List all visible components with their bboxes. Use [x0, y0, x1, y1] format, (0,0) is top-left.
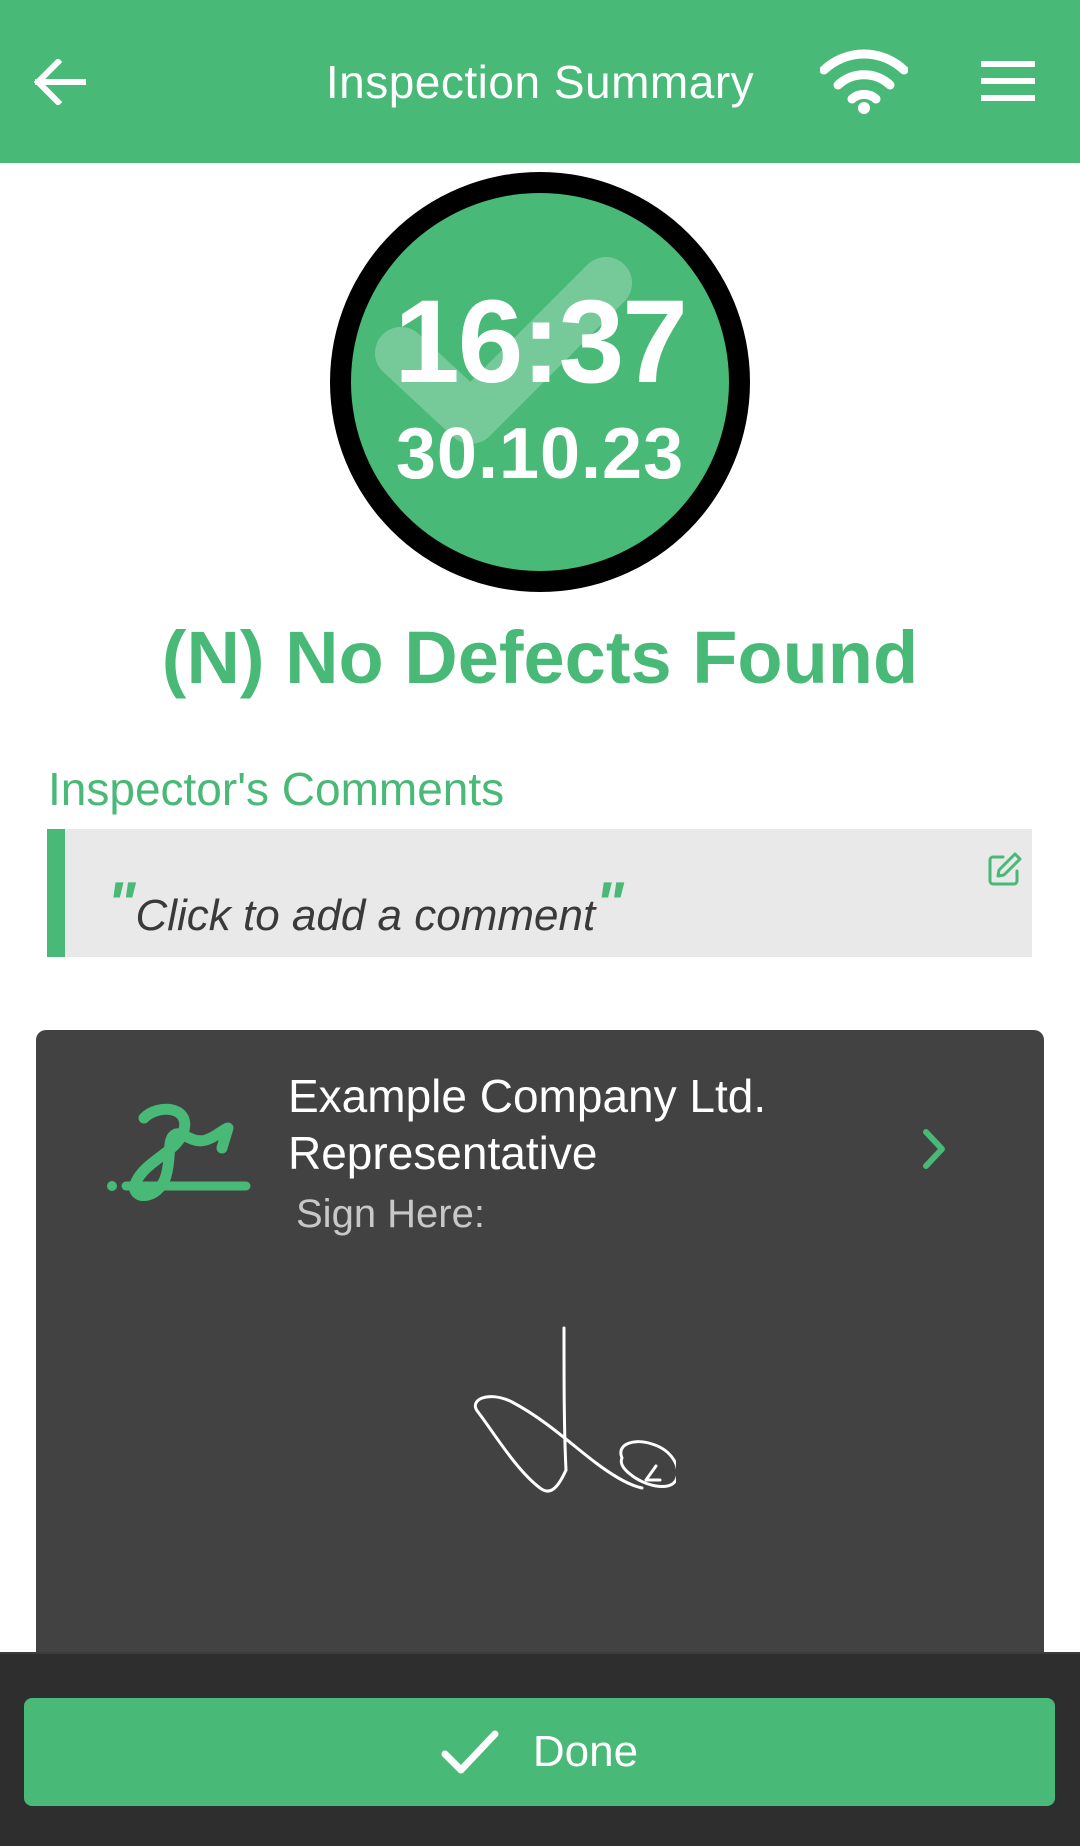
wifi-icon [820, 49, 908, 114]
comments-heading: Inspector's Comments [48, 763, 505, 815]
inspection-date: 30.10.23 [395, 414, 685, 494]
close-quote: " [595, 870, 624, 937]
page-title: Inspection Summary [325, 55, 755, 108]
back-button[interactable] [22, 44, 98, 120]
arrow-left-icon [34, 59, 86, 105]
signer-name: Example Company Ltd. Representative [288, 1070, 767, 1179]
sign-here-label: Sign Here: [296, 1192, 485, 1236]
open-quote: " [107, 870, 136, 937]
signature-drawing [473, 1326, 676, 1493]
hamburger-menu-icon[interactable] [972, 52, 1044, 112]
checkmark-icon [441, 1730, 499, 1774]
edit-icon[interactable] [987, 851, 1023, 887]
comment-field[interactable]: "Click to add a comment" [47, 829, 1032, 957]
badge-circle: 16:37 30.10.23 [351, 193, 729, 571]
chevron-right-icon[interactable] [916, 1114, 956, 1184]
done-button-label: Done [532, 1727, 639, 1776]
inspection-result: (N) No Defects Found [161, 616, 919, 699]
app-bar: Inspection Summary [0, 0, 1080, 163]
inspection-time-badge: 16:37 30.10.23 [330, 172, 750, 592]
bottom-bar: Done [0, 1652, 1080, 1846]
signature-icon [107, 1103, 251, 1201]
done-button[interactable]: Done [24, 1698, 1055, 1806]
comment-placeholder-text: Click to add a comment [135, 891, 596, 940]
inspection-time: 16:37 [394, 276, 688, 408]
comment-placeholder: "Click to add a comment" [107, 869, 624, 941]
